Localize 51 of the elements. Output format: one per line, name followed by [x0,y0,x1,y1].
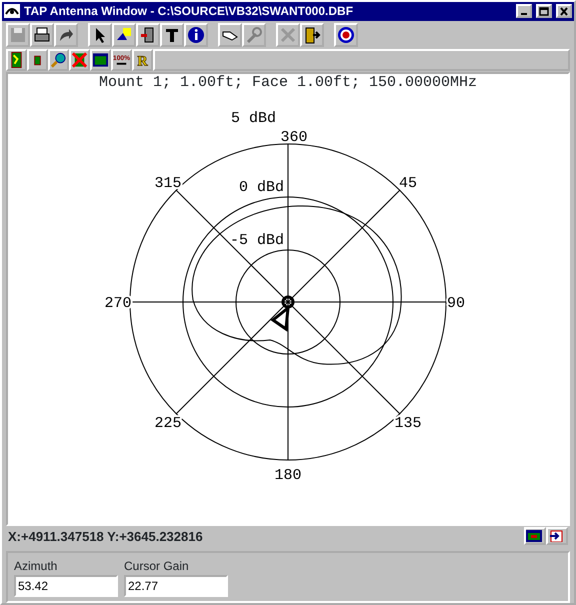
field-label: Azimuth [14,558,58,575]
ring-label: 0 dBd [238,178,284,196]
window-title: TAP Antenna Window - C:\SOURCE\VB32\SWANT000.DBF [24,3,354,20]
angle-label: 180 [274,466,302,484]
maximize-button[interactable] [536,4,552,18]
toolbar-button[interactable] [334,22,358,46]
angle-label: 315 [154,174,182,192]
toolbar-button[interactable] [112,22,136,46]
ring-label: -5 dBd [230,232,284,248]
target-icon [337,26,355,44]
minimize-icon [521,13,527,16]
field-label: Cursor Gain [124,558,190,575]
toolbar-button[interactable] [6,48,27,70]
toolbar-button[interactable] [300,22,324,46]
map-delete-icon [71,50,88,68]
angle-label: 90 [447,294,465,312]
minimize-button[interactable] [516,4,532,18]
angle-label: 135 [394,414,422,432]
x-icon [279,26,297,44]
toolbar-button[interactable] [54,22,78,46]
ring-label: 5 dBd [230,110,276,126]
text-field[interactable]: 22.77 [124,575,228,597]
antenna-marker [270,295,294,332]
toolbar-button[interactable] [218,22,242,46]
toolbar-button[interactable] [27,48,48,70]
angle-label: 45 [399,174,417,192]
toolbar-button[interactable] [48,48,69,70]
close-button[interactable] [556,4,572,18]
export-button[interactable] [546,527,568,546]
toolbar-button[interactable] [184,22,208,46]
text-field[interactable]: 53.42 [14,575,118,597]
window-map-icon [92,50,109,68]
angle-label: 225 [154,414,182,432]
toolbar-button[interactable] [90,48,111,70]
info-icon [187,26,205,44]
toolbar-button[interactable] [136,22,160,46]
close-icon [559,6,569,16]
angle-label: 360 [280,128,308,146]
door-icon [303,26,321,44]
maximize-icon [539,6,549,16]
save-icon [9,26,27,44]
printer-icon [33,26,51,44]
toolbar-button[interactable] [88,22,112,46]
toolbar-button[interactable] [160,22,184,46]
window-icon [526,530,542,542]
toolbar-button[interactable] [30,22,54,46]
cursor-coordinates: X:+4911.347518 Y:+3645.232816 [8,528,203,546]
magnifier-icon [50,50,67,68]
plot-title: Mount 1; 1.00ft; Face 1.00ft; 150.00000MHz [98,74,478,92]
toolbar-button[interactable] [69,48,90,70]
window-view-button[interactable] [524,527,546,546]
